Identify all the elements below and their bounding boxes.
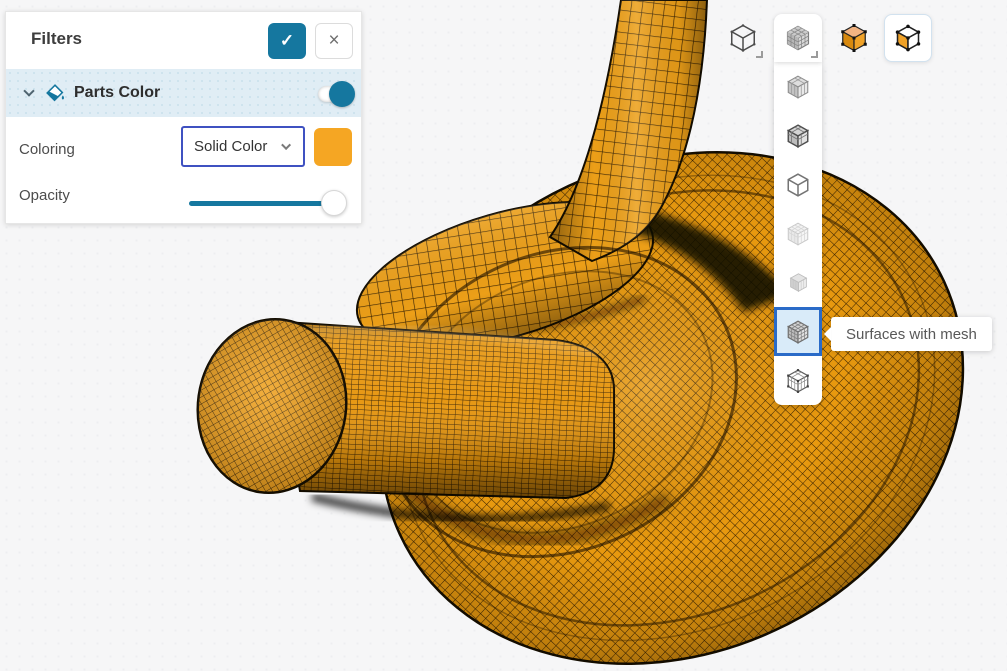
check-icon: ✓ (280, 31, 294, 51)
orange-face-cube-button[interactable] (884, 14, 932, 62)
cube-mesh-nodes-icon (785, 368, 811, 394)
cube-surfaces-mesh-icon (785, 319, 811, 345)
cube-surfaces-edges-icon (785, 123, 811, 149)
cube-orange-face-icon (894, 24, 922, 52)
render-mode-item-mesh-nodes[interactable] (774, 356, 822, 405)
solid-color-cube-button[interactable] (830, 14, 878, 62)
render-mode-item-solid[interactable] (774, 258, 822, 307)
view-cube-wireframe-button[interactable] (719, 14, 767, 62)
render-mode-item-wireframe[interactable] (774, 160, 822, 209)
opacity-slider-handle[interactable] (321, 190, 347, 216)
opacity-slider[interactable] (189, 190, 347, 216)
render-mode-item-surfaces-with-mesh[interactable] (774, 307, 822, 356)
coloring-label: Coloring (19, 141, 75, 158)
opacity-label: Opacity (19, 187, 70, 204)
render-mode-tooltip: Surfaces with mesh (831, 317, 992, 351)
orange-cube-nodes-icon (839, 23, 869, 53)
filters-panel: Filters ✓ × Parts Color Coloring Solid C… (5, 11, 362, 224)
render-modes-button[interactable] (774, 14, 822, 62)
paint-bucket-icon (44, 82, 66, 104)
render-mode-item-surfaces[interactable] (774, 62, 822, 111)
chevron-down-icon (281, 140, 291, 150)
section-label: Parts Color (74, 84, 160, 102)
cube-transparent-mesh-icon (785, 221, 811, 247)
cube-wireframe-icon (785, 172, 811, 198)
coloring-select-value: Solid Color (194, 138, 267, 155)
render-mode-item-transparent[interactable] (774, 209, 822, 258)
cube-solid-icon (788, 272, 809, 293)
parts-color-toggle-knob[interactable] (329, 81, 355, 107)
wireframe-cube-icon (728, 23, 758, 53)
coloring-select[interactable]: Solid Color (181, 126, 305, 167)
tooltip-arrow (824, 327, 831, 341)
submenu-corner-icon (756, 51, 763, 58)
close-filters-button[interactable]: × (315, 23, 353, 59)
render-mode-item-surfaces-edges[interactable] (774, 111, 822, 160)
meshed-cube-icon (784, 24, 812, 52)
chevron-down-icon (23, 85, 34, 96)
render-mode-menu (774, 62, 822, 405)
close-icon: × (328, 30, 339, 52)
cube-surfaces-icon (785, 74, 811, 100)
panel-title: Filters (31, 29, 82, 49)
parts-color-section-header[interactable]: Parts Color (6, 69, 361, 117)
tooltip-text: Surfaces with mesh (846, 326, 977, 343)
submenu-corner-icon (811, 51, 818, 58)
apply-filters-button[interactable]: ✓ (268, 23, 306, 59)
color-swatch[interactable] (314, 128, 352, 166)
